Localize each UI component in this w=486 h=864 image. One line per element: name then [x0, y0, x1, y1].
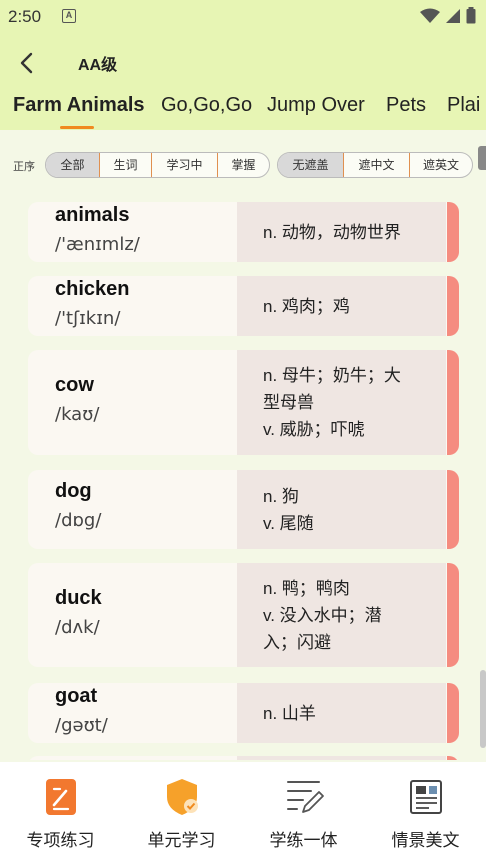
shield-check-icon: [167, 779, 198, 815]
word-card[interactable]: [28, 756, 459, 760]
word-text: dog: [55, 480, 92, 502]
active-tab-indicator: [60, 126, 94, 129]
card-chinese: n. 动物，动物世界: [237, 202, 446, 262]
word-card[interactable]: duck /dʌk/ n. 鸭；鸭肉 v. 没入水中；潜 入；闪避: [28, 563, 459, 667]
word-text: animals: [55, 204, 130, 226]
phonetic-text: /dʌk/: [55, 617, 100, 638]
definition-line: v. 没入水中；潜: [263, 606, 382, 625]
tab-pets[interactable]: Pets: [386, 94, 426, 117]
definition-line: n. 狗: [263, 487, 299, 506]
word-card[interactable]: dog /dɒg/ n. 狗 v. 尾随: [28, 470, 459, 549]
word-card[interactable]: goat /gəʊt/ n. 山羊: [28, 683, 459, 743]
edit-lines-icon: [287, 781, 324, 813]
bottom-nav: 专项练习 单元学习 学练一体 情景美文: [0, 762, 486, 864]
card-status-bar: [447, 756, 459, 760]
word-list: animals /'ænɪmlz/ n. 动物，动物世界 chicken /'t…: [0, 200, 486, 760]
definition-line: v. 威胁；吓唬: [263, 420, 365, 439]
tab-go-go-go[interactable]: Go,Go,Go: [161, 94, 252, 117]
tab-plai[interactable]: Plai: [447, 94, 480, 117]
definition-line: 入；闪避: [263, 633, 331, 652]
definition-line: 型母兽: [263, 393, 314, 412]
newspaper-icon: [410, 780, 442, 814]
nav-label: 单元学习: [147, 831, 216, 850]
card-chinese: n. 狗 v. 尾随: [237, 470, 446, 549]
card-status-bar: [447, 470, 459, 549]
card-english: dog /dɒg/: [28, 470, 237, 549]
nav-label: 专项练习: [26, 831, 95, 850]
notification-icon: A: [62, 9, 76, 23]
word-text: goat: [55, 685, 98, 707]
filter-mastered[interactable]: 掌握: [218, 153, 269, 177]
phonetic-text: /'ænɪmlz/: [55, 234, 140, 255]
scrollbar-thumb[interactable]: [480, 670, 486, 748]
cover-none[interactable]: 无遮盖: [278, 153, 344, 177]
card-english: animals /'ænɪmlz/: [28, 202, 237, 262]
edge-handle[interactable]: [478, 146, 486, 170]
filter-all[interactable]: 全部: [46, 153, 100, 177]
card-status-bar: [447, 202, 459, 262]
app-header: 2:50 A AA级 Farm Animals Go,Go,Go Jump Ov…: [0, 0, 486, 130]
definition-line: n. 母牛；奶牛；大: [263, 366, 401, 385]
card-chinese: n. 山羊: [237, 683, 446, 743]
definition-line: n. 鸭；鸭肉: [263, 579, 350, 598]
card-status-bar: [447, 276, 459, 336]
status-time: 2:50: [8, 7, 42, 26]
nav-learn-practice[interactable]: 学练一体: [243, 762, 364, 864]
card-status-bar: [447, 350, 459, 455]
wifi-icon: [420, 8, 440, 23]
word-text: duck: [55, 587, 102, 609]
card-english: goat /gəʊt/: [28, 683, 237, 743]
phonetic-text: /kaʊ/: [55, 404, 100, 425]
tab-farm-animals[interactable]: Farm Animals: [13, 94, 145, 117]
card-english: duck /dʌk/: [28, 563, 237, 667]
battery-icon: [466, 7, 476, 24]
card-chinese: n. 鸡肉；鸡: [237, 276, 446, 336]
practice-icon: [46, 779, 76, 815]
unit-tabs: Farm Animals Go,Go,Go Jump Over Pets Pla…: [0, 94, 486, 130]
tab-jump-over[interactable]: Jump Over: [267, 94, 365, 117]
card-status-bar: [447, 563, 459, 667]
definition-line: n. 动物，动物世界: [263, 223, 401, 242]
card-chinese: n. 母牛；奶牛；大 型母兽 v. 威胁；吓唬: [237, 350, 446, 455]
card-english: chicken /'tʃɪkɪn/: [28, 276, 237, 336]
card-english: cow /kaʊ/: [28, 350, 237, 455]
card-status-bar: [447, 683, 459, 743]
word-text: cow: [55, 374, 94, 396]
phonetic-text: /dɒg/: [55, 510, 102, 531]
nav-label: 情景美文: [391, 831, 460, 850]
nav-label: 学练一体: [269, 831, 338, 850]
definition-line: n. 鸡肉；鸡: [263, 297, 350, 316]
card-chinese: [237, 756, 446, 760]
back-arrow-icon[interactable]: [14, 50, 40, 76]
word-text: chicken: [55, 278, 130, 300]
word-card[interactable]: cow /kaʊ/ n. 母牛；奶牛；大 型母兽 v. 威胁；吓唬: [28, 350, 459, 455]
word-card[interactable]: animals /'ænɪmlz/ n. 动物，动物世界: [28, 202, 459, 262]
nav-row: AA级: [0, 42, 486, 82]
card-chinese: n. 鸭；鸭肉 v. 没入水中；潜 入；闪避: [237, 563, 446, 667]
nav-scene-reading[interactable]: 情景美文: [365, 762, 486, 864]
filter-bar: 正序 全部 生词 学习中 掌握 无遮盖 遮中文 遮英文: [0, 148, 486, 182]
page-title: AA级: [78, 57, 118, 74]
word-card[interactable]: chicken /'tʃɪkɪn/ n. 鸡肉；鸡: [28, 276, 459, 336]
nav-special-practice[interactable]: 专项练习: [0, 762, 121, 864]
status-bar: 2:50 A: [0, 0, 486, 34]
filter-new-words[interactable]: 生词: [100, 153, 152, 177]
cover-english[interactable]: 遮英文: [410, 153, 472, 177]
phonetic-text: /'tʃɪkɪn/: [55, 308, 121, 329]
definition-line: n. 山羊: [263, 704, 316, 723]
cover-filter-group: 无遮盖 遮中文 遮英文: [277, 152, 473, 178]
order-toggle[interactable]: 正序: [13, 158, 35, 174]
signal-icon: [446, 8, 460, 23]
definition-line: v. 尾随: [263, 514, 314, 533]
nav-unit-study[interactable]: 单元学习: [121, 762, 242, 864]
status-filter-group: 全部 生词 学习中 掌握: [45, 152, 270, 178]
cover-chinese[interactable]: 遮中文: [344, 153, 410, 177]
filter-learning[interactable]: 学习中: [152, 153, 218, 177]
phonetic-text: /gəʊt/: [55, 715, 108, 736]
